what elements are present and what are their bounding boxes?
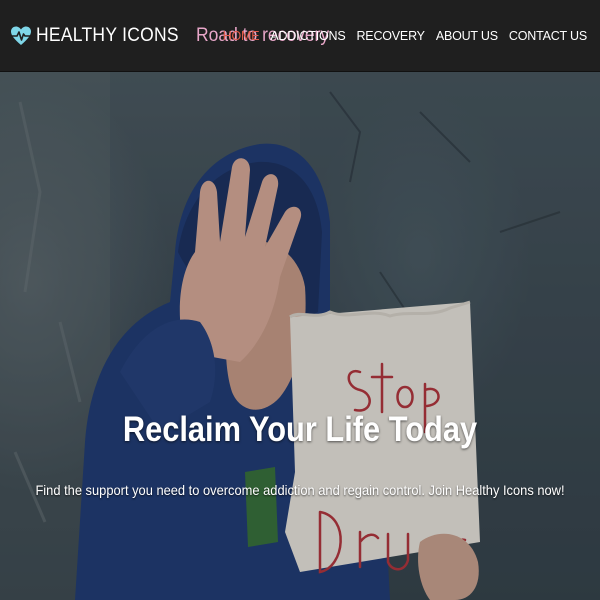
brand-logo-link[interactable]: HEALTHY ICONS — [10, 20, 191, 52]
hero-subtitle: Find the support you need to overcome ad… — [35, 482, 565, 498]
hero-title: Reclaim Your Life Today — [122, 410, 478, 449]
hero-banner: Reclaim Your Life Today Find the support… — [0, 72, 600, 600]
nav-recovery[interactable]: RECOVERY — [356, 29, 425, 43]
main-nav: HOME ADDICTIONS RECOVERY ABOUT US CONTAC… — [223, 29, 588, 43]
nav-contact-us[interactable]: CONTACT US — [509, 29, 587, 43]
site-header: HEALTHY ICONS Road to recovery HOME ADDI… — [0, 0, 600, 72]
nav-addictions[interactable]: ADDICTIONS — [270, 29, 345, 43]
heart-pulse-icon — [10, 25, 32, 47]
nav-about-us[interactable]: ABOUT US — [436, 29, 498, 43]
hero-overlay — [0, 72, 600, 600]
page: HEALTHY ICONS Road to recovery HOME ADDI… — [0, 0, 600, 600]
brand-name: HEALTHY ICONS — [36, 25, 179, 46]
nav-home[interactable]: HOME — [223, 29, 260, 43]
